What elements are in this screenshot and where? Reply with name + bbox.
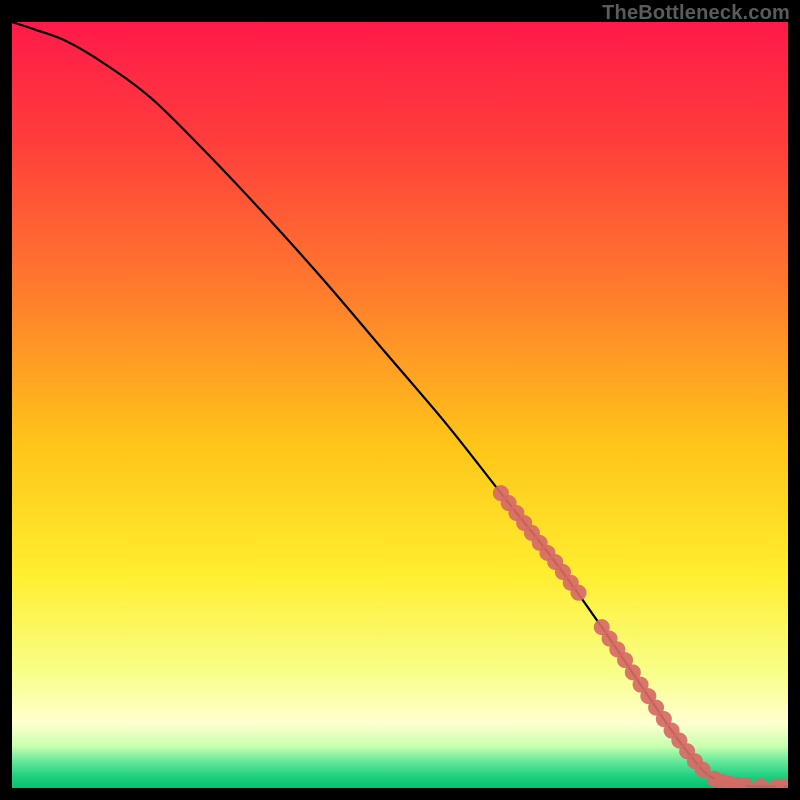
curve-marker — [570, 585, 586, 601]
chart-svg — [12, 22, 788, 788]
watermark-text: TheBottleneck.com — [602, 2, 790, 25]
gradient-background — [12, 22, 788, 788]
chart-plot — [12, 22, 788, 788]
chart-frame: TheBottleneck.com — [0, 0, 800, 800]
